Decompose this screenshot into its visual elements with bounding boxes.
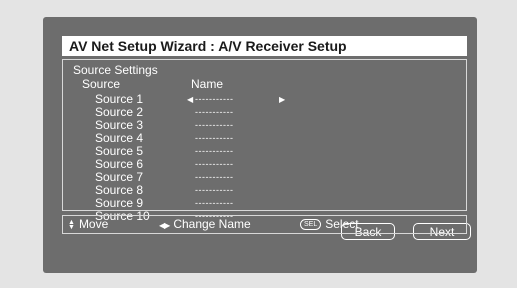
source-name-value[interactable]: ----------- — [195, 171, 233, 184]
left-right-arrow-icon: ◀▶ — [159, 221, 170, 230]
source-name-value[interactable]: ----------- — [195, 132, 233, 145]
column-header-source: Source — [82, 77, 121, 91]
footer-select: SEL Select — [300, 216, 359, 233]
right-triangle-icon[interactable]: ▶ — [279, 93, 285, 106]
sel-key-icon: SEL — [300, 219, 322, 231]
section-title: Source Settings — [73, 63, 158, 77]
footer-change-name: ◀▶ Change Name — [159, 216, 251, 234]
source-name-value[interactable]: ----------- — [195, 119, 233, 132]
osd-screen: AV Net Setup Wizard : A/V Receiver Setup… — [43, 17, 477, 273]
footer-help-bar: ▲ ▼ Move ◀▶ Change Name SEL Select — [62, 215, 467, 234]
source-name-value[interactable]: ----------- — [195, 145, 233, 158]
left-triangle-icon[interactable]: ◀ — [187, 93, 193, 106]
footer-move: ▲ ▼ Move — [68, 216, 108, 233]
footer-move-label: Move — [78, 217, 109, 231]
footer-select-label: Select — [325, 217, 359, 231]
wizard-title: AV Net Setup Wizard : A/V Receiver Setup — [62, 36, 467, 56]
up-down-arrow-icon: ▲ ▼ — [68, 218, 75, 231]
source-name-value[interactable]: ----------- — [195, 184, 233, 197]
source-name-value[interactable]: ----------- — [195, 197, 233, 210]
source-name-value[interactable]: ----------- — [195, 106, 233, 119]
footer-change-name-label: Change Name — [173, 217, 251, 231]
column-header-name: Name — [191, 77, 224, 91]
source-settings-panel: Source Settings Source Name Source 1 ◀ -… — [62, 59, 471, 240]
source-name-value[interactable]: ----------- — [195, 158, 233, 171]
source-name-value[interactable]: ----------- — [195, 93, 233, 106]
